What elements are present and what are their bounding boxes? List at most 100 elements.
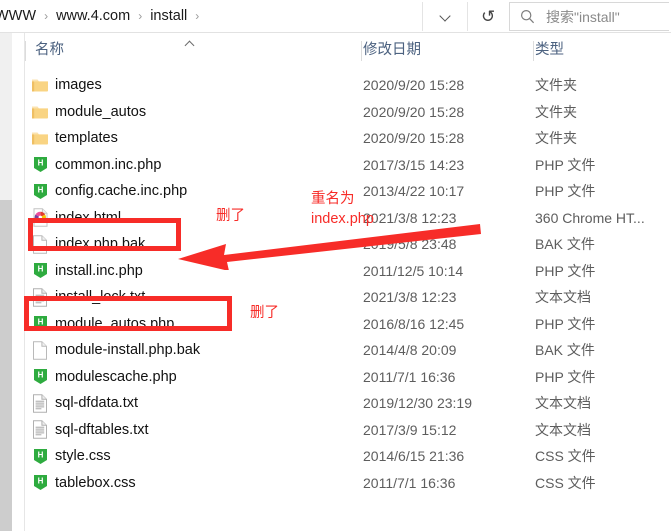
annotation-deleted-index-html: 删了 — [216, 208, 245, 224]
file-type-cell: CSS 文件 — [535, 448, 596, 464]
file-row[interactable]: Hmodule_autos.php 2016/8/16 12:45 PHP 文件 — [25, 311, 671, 338]
svg-text:H: H — [37, 159, 43, 168]
column-header-date[interactable]: 修改日期 — [363, 33, 421, 68]
file-name-cell[interactable]: Htablebox.css — [25, 470, 136, 497]
file-type-cell: BAK 文件 — [535, 342, 595, 358]
file-name-label: images — [55, 77, 102, 93]
refresh-icon: ↻ — [480, 6, 496, 26]
file-name-cell[interactable]: module-install.php.bak — [25, 337, 200, 364]
file-name-label: module_autos — [55, 103, 147, 120]
folder-icon — [25, 77, 55, 93]
svg-text:H: H — [37, 185, 43, 194]
php-file-icon: H — [25, 262, 55, 279]
column-header-type[interactable]: 类型 — [535, 33, 564, 68]
file-date-cell: 2011/7/1 16:36 — [363, 474, 456, 491]
file-name-label: tablebox.css — [55, 474, 136, 491]
file-name-cell[interactable]: Hmodule_autos.php — [25, 311, 174, 338]
file-date-cell: 2013/4/22 10:17 — [363, 183, 465, 199]
file-name-label: templates — [55, 130, 118, 146]
search-icon — [514, 9, 540, 24]
file-name-cell[interactable]: Hinstall.inc.php — [25, 258, 143, 285]
chevron-down-icon — [440, 11, 451, 22]
file-row[interactable]: sql-dfdata.txt 2019/12/30 23:19 文本文档 — [25, 390, 671, 417]
file-row[interactable]: Hinstall.inc.php 2011/12/5 10:14 PHP 文件 — [25, 258, 671, 285]
text-file-icon — [25, 288, 55, 307]
file-name-cell[interactable]: Hstyle.css — [25, 443, 111, 470]
file-name-label: install_lock.txt — [55, 289, 146, 305]
file-date-cell: 2017/3/15 14:23 — [363, 156, 465, 173]
file-row[interactable]: install_lock.txt 2021/3/8 12:23 文本文档 — [25, 284, 671, 311]
file-name-label: module-install.php.bak — [55, 342, 201, 358]
file-type-cell: PHP 文件 — [535, 156, 596, 173]
file-date-cell: 2021/3/8 12:23 — [363, 289, 457, 305]
file-name-cell[interactable]: install_lock.txt — [25, 284, 145, 311]
file-name-cell[interactable]: templates — [25, 125, 118, 152]
column-divider[interactable] — [361, 41, 362, 61]
file-date-cell: 2019/12/30 23:19 — [363, 395, 472, 411]
file-type-cell: PHP 文件 — [535, 262, 596, 279]
file-row[interactable]: module-install.php.bak 2014/4/8 20:09 BAK … — [25, 337, 671, 364]
file-name-label: module_autos.php — [55, 315, 175, 332]
file-row[interactable]: module_autos 2020/9/20 15:28 文件夹 — [25, 99, 671, 126]
column-divider[interactable] — [533, 41, 534, 61]
file-name-label: sql-dftables.txt — [55, 421, 149, 438]
column-divider[interactable] — [25, 41, 26, 61]
file-row[interactable]: Htablebox.css 2011/7/1 16:36 CSS 文件 — [25, 470, 671, 497]
php-file-icon: H — [25, 448, 55, 465]
svg-text:H: H — [37, 318, 43, 327]
file-row[interactable]: sql-dftables.txt 2017/3/9 15:12 文本文档 — [25, 417, 671, 444]
refresh-button[interactable]: ↻ — [468, 0, 508, 32]
column-header-name[interactable]: 名称 — [35, 33, 64, 68]
file-date-cell: 2011/12/5 10:14 — [363, 262, 464, 279]
file-name-cell[interactable]: sql-dftables.txt — [25, 417, 149, 444]
address-history-dropdown-button[interactable] — [423, 0, 467, 32]
nav-pane-scrollbar-thumb[interactable] — [0, 200, 12, 531]
annotation-deleted-install-lock: 删了 — [250, 305, 279, 321]
folder-icon — [25, 130, 55, 146]
file-name-cell[interactable]: index.html — [25, 205, 121, 232]
annotation-rename-line1: 重名为 — [311, 191, 355, 207]
file-name-label: style.css — [55, 448, 111, 464]
file-name-label: index.php.bak — [55, 236, 146, 252]
breadcrumb-item-install[interactable]: install — [147, 0, 190, 32]
file-name-cell[interactable]: Hconfig.cache.inc.php — [25, 178, 187, 205]
file-row[interactable]: images 2020/9/20 15:28 文件夹 — [25, 72, 671, 99]
breadcrumb-separator-icon: › — [44, 9, 49, 23]
breadcrumb-item-www[interactable]: WWW — [0, 0, 39, 32]
file-row[interactable]: Hcommon.inc.php 2017/3/15 14:23 PHP 文件 — [25, 152, 671, 179]
file-name-cell[interactable]: module_autos — [25, 99, 146, 126]
sort-ascending-icon — [185, 40, 196, 47]
file-name-label: modulescache.php — [55, 368, 177, 385]
chrome-html-file-icon — [25, 208, 55, 227]
file-name-cell[interactable]: sql-dfdata.txt — [25, 390, 138, 417]
file-list[interactable]: images 2020/9/20 15:28 文件夹 module_autos 2020… — [25, 72, 671, 496]
blank-file-icon — [25, 235, 55, 254]
file-row[interactable]: index.php.bak 2019/5/8 23:48 BAK 文件 — [25, 231, 671, 258]
file-name-cell[interactable]: images — [25, 72, 102, 99]
file-date-cell: 2017/3/9 15:12 — [363, 421, 457, 438]
file-row[interactable]: Hstyle.css 2014/6/15 21:36 CSS 文件 — [25, 443, 671, 470]
file-date-cell: 2019/5/8 23:48 — [363, 236, 457, 252]
file-name-cell[interactable]: Hmodulescache.php — [25, 364, 177, 391]
file-name-cell[interactable]: Hcommon.inc.php — [25, 152, 161, 179]
file-row[interactable]: templates 2020/9/20 15:28 文件夹 — [25, 125, 671, 152]
php-file-icon: H — [25, 368, 55, 385]
file-name-label: config.cache.inc.php — [55, 183, 188, 199]
file-name-label: common.inc.php — [55, 156, 162, 173]
file-name-cell[interactable]: index.php.bak — [25, 231, 145, 258]
file-type-cell: PHP 文件 — [535, 315, 596, 332]
breadcrumb-item-domain[interactable]: www.4.com — [53, 0, 133, 32]
breadcrumb[interactable]: WWW › www.4.com › install › — [0, 0, 204, 32]
breadcrumb-separator-icon: › — [138, 9, 143, 23]
nav-pane-scrollbar[interactable] — [0, 33, 12, 531]
file-date-cell: 2021/3/8 12:23 — [363, 209, 457, 226]
file-type-cell: PHP 文件 — [535, 368, 596, 385]
search-input[interactable]: 搜索"install" — [509, 2, 669, 31]
address-bar[interactable]: WWW › www.4.com › install › ↻ 搜索"install… — [0, 0, 671, 33]
svg-text:H: H — [37, 371, 43, 380]
search-placeholder: 搜索"install" — [546, 8, 620, 25]
text-file-icon — [25, 394, 55, 413]
file-type-cell: 文本文档 — [535, 289, 591, 305]
file-row[interactable]: Hmodulescache.php 2011/7/1 16:36 PHP 文件 — [25, 364, 671, 391]
php-file-icon: H — [25, 183, 55, 200]
